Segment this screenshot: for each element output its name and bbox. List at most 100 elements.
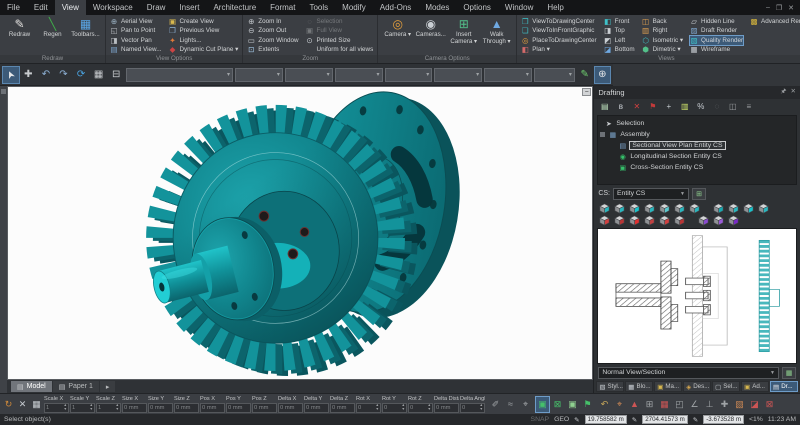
tab-blocks[interactable]: ▦Blo... [625, 381, 653, 392]
plan-button[interactable]: ◧Plan ▾ [521, 45, 596, 54]
zoom-selection-button[interactable]: ◌Selection [306, 17, 374, 26]
undo-mode-icon[interactable]: ↶ [598, 397, 611, 412]
section-cube-icon[interactable] [658, 215, 671, 226]
entity-select-icon[interactable]: ✚ [21, 67, 37, 83]
undo-icon[interactable]: ↶ [38, 67, 54, 83]
view-to-in-front-graphic-button[interactable]: ❏ViewToInFrontGraphic [521, 26, 596, 35]
section-preview-area[interactable] [597, 228, 797, 364]
snap-grid-icon[interactable]: ⊠ [551, 397, 564, 412]
tab-design[interactable]: ◈Des... [683, 381, 711, 392]
size-x-input[interactable]: 0 mm [122, 403, 147, 413]
menu-architecture[interactable]: Architecture [206, 0, 263, 15]
isometric-view-button[interactable]: ⬡Isometric ▾ [642, 36, 683, 45]
pin-icon[interactable]: 🖈 [781, 87, 787, 98]
drawing-viewport[interactable]: – [7, 86, 593, 380]
printed-size-button[interactable]: ⊙Printed Size [306, 36, 374, 45]
snap-mode-icon[interactable]: ▣ [536, 397, 549, 412]
dimetric-view-button[interactable]: ⬢Dimetric ▾ [642, 45, 683, 54]
snap-entity-icon[interactable]: ▣ [566, 397, 579, 412]
view-cube-icon[interactable] [598, 203, 611, 214]
pos-y-input[interactable]: 0 mm [226, 403, 251, 413]
cs-dropdown[interactable]: Entity CS▼ [613, 188, 689, 200]
view-cube-icon[interactable] [643, 203, 656, 214]
section-cube-icon[interactable] [598, 215, 611, 226]
view-cube-icon[interactable] [658, 203, 671, 214]
menu-window[interactable]: Window [498, 0, 540, 15]
link-icon[interactable]: ✐ [489, 397, 502, 412]
viewport-control-box[interactable]: – [582, 88, 591, 96]
tree-item-selection[interactable]: ➤Selection [598, 118, 796, 129]
menu-insert[interactable]: Insert [172, 0, 206, 15]
ratio-icon[interactable]: ≈ [504, 397, 517, 412]
redo-icon[interactable]: ↷ [56, 67, 72, 83]
scale-z-input[interactable]: 1▲▼ [96, 403, 121, 413]
linetype-dropdown[interactable]: ▾ [285, 68, 333, 82]
add-layout-tab-button[interactable]: ▸ [100, 381, 116, 392]
ucs-dropdown[interactable]: ▾ [534, 68, 575, 82]
scale-x-input[interactable]: 1▲▼ [44, 403, 69, 413]
tracking-icon[interactable]: ⌖ [613, 397, 626, 412]
vector-pan-button[interactable]: ◨Vector Pan [110, 36, 161, 45]
front-view-button[interactable]: ◧Front [604, 17, 635, 26]
orbit-icon[interactable]: ⟳ [73, 67, 89, 83]
menu-modify[interactable]: Modify [335, 0, 373, 15]
camera-button[interactable]: ◎Camera ▾ [382, 17, 413, 54]
menu-workspace[interactable]: Workspace [86, 0, 140, 15]
rot-x-input[interactable]: 0▲▼ [356, 403, 381, 413]
view-mode-dropdown[interactable]: Normal View/Section▼ [598, 367, 779, 379]
section-cube-icon[interactable] [712, 215, 725, 226]
tab-styles[interactable]: ▧Styl... [596, 381, 624, 392]
zoom-in-button[interactable]: ⊕Zoom In [247, 17, 298, 26]
perpendicular-icon[interactable]: ⊥ [703, 397, 716, 412]
quad-icon[interactable]: ◰ [673, 397, 686, 412]
quality-render-button[interactable]: ▧Quality Render [690, 36, 743, 45]
menu-view[interactable]: View [55, 0, 86, 15]
delete-icon[interactable]: ✕ [631, 102, 642, 111]
scale-icon[interactable]: % [695, 102, 706, 111]
dynamic-cut-plane-button[interactable]: ◆Dynamic Cut Plane ▾ [168, 45, 238, 54]
advanced-render-button[interactable]: ▩Advanced Render [750, 17, 800, 26]
tab-paper1[interactable]: ▤Paper 1 [53, 381, 99, 392]
wireframe-button[interactable]: ▦Wireframe [690, 45, 743, 54]
menu-edit[interactable]: Edit [27, 0, 55, 15]
view-cube-icon[interactable] [613, 203, 626, 214]
ortho-icon[interactable]: ⊞ [643, 397, 656, 412]
menu-options[interactable]: Options [456, 0, 498, 15]
draft-render-button[interactable]: ▨Draft Render [690, 26, 743, 35]
tree-item-cross-section[interactable]: ▣Cross-Section Entity CS [598, 162, 796, 173]
new-doc-icon[interactable]: ▤ [599, 102, 610, 111]
tree-item-assembly[interactable]: ▦Assembly [598, 129, 796, 140]
snap-toggle[interactable]: SNAP [531, 416, 550, 423]
grid-display-icon[interactable]: ▦ [658, 397, 671, 412]
section-cube-icon[interactable] [727, 215, 740, 226]
zoom-window-button[interactable]: ▭Zoom Window [247, 36, 298, 45]
section-cube-icon[interactable] [628, 215, 641, 226]
grid-tool-icon[interactable]: ▦ [30, 399, 43, 410]
delta-x-input[interactable]: 0 mm [278, 403, 303, 413]
style-dropdown[interactable]: ▾ [385, 68, 433, 82]
tab-advanced[interactable]: ▣Ad... [741, 381, 769, 392]
menu-format[interactable]: Format [263, 0, 302, 15]
lights-button[interactable]: ✦Lights... [168, 36, 238, 45]
target-icon[interactable]: ⌖ [519, 397, 532, 412]
tab-selection[interactable]: ▢Sel... [712, 381, 740, 392]
toolbars-button[interactable]: ▦Toolbars... [70, 17, 101, 54]
rotate-tool-icon[interactable]: ↻ [2, 399, 15, 410]
folder-add-icon[interactable]: ▥ [679, 102, 690, 111]
globe-icon[interactable]: ⊕ [595, 67, 611, 83]
tree-item-sectional-view-plan[interactable]: ▤Sectional View Plan Entity CS [598, 140, 796, 151]
hatch-icon[interactable]: ▧ [733, 397, 746, 412]
geo-toggle[interactable]: GEO [554, 416, 569, 423]
cameras-button[interactable]: ◉Cameras... [415, 17, 446, 54]
create-view-button[interactable]: ▣Create View [168, 17, 238, 26]
grid-icon[interactable]: ▦ [91, 67, 107, 83]
tree-item-longitudinal-section[interactable]: ◉Longitudinal Section Entity CS [598, 151, 796, 162]
zoom-extents-button[interactable]: ⊡Extents [247, 45, 298, 54]
regen-button[interactable]: ╲Regen [37, 17, 68, 54]
section-cube-icon[interactable] [643, 215, 656, 226]
delta-distance-input[interactable]: 0 mm [434, 403, 459, 413]
view-cube-icon[interactable] [712, 203, 725, 214]
menu-modes[interactable]: Modes [418, 0, 456, 15]
menu-help[interactable]: Help [540, 0, 570, 15]
command-prompt[interactable]: Select object(s) [4, 416, 526, 423]
